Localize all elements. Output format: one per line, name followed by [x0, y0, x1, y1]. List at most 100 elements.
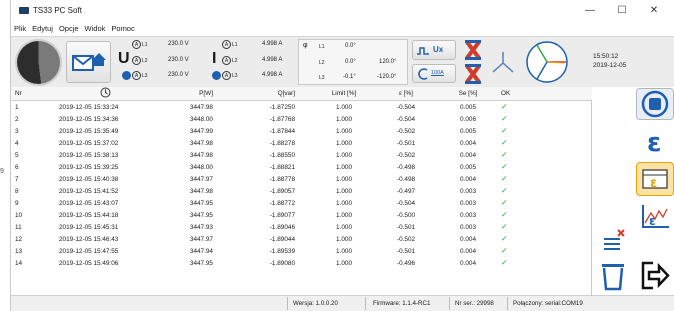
close-button[interactable]: ✕ — [641, 3, 667, 19]
delete-button[interactable] — [595, 258, 631, 293]
table-row[interactable]: 6 2019-12-05 15:39:25 3448.00 -1.88821 1.000… — [11, 161, 592, 173]
maximize-button[interactable]: ☐ — [609, 3, 635, 19]
phase-group: φ L1 0.0° L2 0.0° 120.0° L3 -0.1° -120.0… — [298, 39, 408, 85]
menu-item-edytuj[interactable]: Edytuj — [32, 24, 53, 36]
epsilon-chart-button[interactable]: ε — [636, 200, 674, 234]
col-se[interactable]: Se [%] — [435, 87, 497, 101]
menu-bar: Plik Edytuj Opcje Widok Pomoc — [11, 24, 135, 36]
current-toggle-icon[interactable] — [212, 71, 221, 80]
current-l2-label: L2 — [232, 58, 238, 64]
cell-nr: 1 — [15, 103, 19, 111]
cell-q: -1.87768 — [269, 115, 295, 123]
col-q[interactable]: Q[var] — [233, 87, 311, 101]
col-limit[interactable]: Limit [%] — [311, 87, 373, 101]
epsilon-table-button[interactable]: ε — [636, 162, 674, 196]
cell-epsilon: -0.502 — [396, 127, 416, 135]
table-row[interactable]: 2 2019-12-05 15:34:36 3448.00 -1.87768 1.000… — [11, 113, 592, 125]
col-nr[interactable]: Nr — [11, 87, 55, 101]
table-header-row: Nr P[W] Q[var] Limit [%] ε [%] Se [%] OK — [11, 87, 592, 101]
phasor-diagram-icon[interactable] — [524, 39, 570, 85]
cell-q: -1.88778 — [269, 175, 295, 183]
table-row[interactable]: 12 2019-12-05 15:46:43 3447.97 -1.89044 1.00… — [11, 233, 592, 245]
epsilon-button[interactable]: ε — [636, 124, 674, 158]
clock: 15:50:12 2019-12-05 — [593, 52, 626, 70]
cell-epsilon: -0.504 — [396, 199, 416, 207]
table-row[interactable]: 10 2019-12-05 15:44:18 3447.95 -1.89077 1.00… — [11, 209, 592, 221]
epsilon-table-icon: ε — [642, 169, 668, 191]
svg-text:ε: ε — [649, 214, 656, 228]
cell-p: 3447.99 — [189, 127, 213, 135]
cell-limit: 1.000 — [336, 223, 352, 231]
phase-reverse-red-icon-bottom[interactable] — [463, 64, 483, 84]
cell-p: 3447.98 — [189, 139, 213, 147]
epsilon-chart-icon: ε — [642, 205, 669, 228]
clear-list-button[interactable] — [595, 226, 631, 256]
minimize-button[interactable]: — — [577, 3, 603, 19]
cell-p: 3447.95 — [189, 199, 213, 207]
clamp-100a-button[interactable]: 100A — [412, 64, 456, 83]
cell-q: -1.88821 — [269, 163, 295, 171]
status-separator — [449, 297, 450, 310]
star-connection-icon[interactable] — [489, 48, 517, 76]
cell-limit: 1.000 — [336, 139, 352, 147]
menu-item-opcje[interactable]: Opcje — [59, 24, 79, 36]
col-p[interactable]: P[W] — [151, 87, 233, 101]
cell-limit: 1.000 — [336, 163, 352, 171]
col-ok[interactable]: OK — [497, 87, 592, 101]
cell-ok: ✓ — [501, 162, 508, 171]
cell-nr: 3 — [15, 127, 19, 135]
cell-se: 0.005 — [460, 127, 476, 135]
table-row[interactable]: 9 2019-12-05 15:43:07 3447.95 -1.88772 1.000… — [11, 197, 592, 209]
stop-button[interactable] — [636, 88, 674, 120]
phase-l3-extra: -120.0° — [377, 74, 397, 80]
voltage-toggle-icon[interactable] — [122, 71, 131, 80]
cell-nr: 4 — [15, 139, 19, 147]
phase-reverse-red-icon-top[interactable] — [463, 40, 483, 60]
table-row[interactable]: 13 2019-12-05 15:47:55 3447.94 -1.89539 1.00… — [11, 245, 592, 257]
ux-label: Ux — [433, 45, 444, 54]
menu-item-plik[interactable]: Plik — [14, 24, 26, 36]
menu-item-widok[interactable]: Widok — [85, 24, 106, 36]
menu-item-pomoc[interactable]: Pomoc — [111, 24, 134, 36]
cell-nr: 2 — [15, 115, 19, 123]
col-epsilon[interactable]: ε [%] — [373, 87, 435, 101]
phase-l3-angle: -0.1° — [343, 74, 356, 80]
cell-time: 2019-12-05 15:46:43 — [59, 235, 119, 243]
cell-se: 0.004 — [460, 259, 476, 267]
cell-ok: ✓ — [501, 186, 508, 195]
table-row[interactable]: 4 2019-12-05 15:37:02 3447.98 -1.88278 1.000… — [11, 137, 592, 149]
home-mail-button[interactable] — [66, 41, 111, 83]
col-time[interactable] — [55, 87, 151, 101]
cell-nr: 5 — [15, 151, 19, 159]
cell-time: 2019-12-05 15:43:07 — [59, 199, 119, 207]
table-row[interactable]: 1 2019-12-05 15:33:24 3447.98 -1.87250 1.000… — [11, 101, 592, 114]
table-row[interactable]: 11 2019-12-05 15:45:31 3447.93 -1.89046 1.00… — [11, 221, 592, 233]
phase-l3-label: L3 — [319, 75, 325, 81]
ux-button[interactable]: Ux — [412, 40, 456, 60]
cell-nr: 12 — [15, 235, 23, 243]
cell-limit: 1.000 — [336, 127, 352, 135]
cell-q: -1.88278 — [269, 139, 295, 147]
cell-epsilon: -0.496 — [396, 259, 416, 267]
table-row[interactable]: 5 2019-12-05 15:38:13 3447.98 -1.88550 1.000… — [11, 149, 592, 161]
cell-q: -1.88772 — [269, 199, 295, 207]
current-l3-value: 4.998 A — [262, 72, 283, 78]
cell-nr: 10 — [15, 211, 23, 219]
trash-icon — [602, 264, 624, 291]
exit-button[interactable] — [636, 258, 674, 293]
results-table: Nr P[W] Q[var] Limit [%] ε [%] Se [%] OK — [11, 87, 592, 269]
voltage-l3-value: 230.0 V — [168, 72, 189, 78]
svg-text:ε: ε — [647, 128, 661, 157]
cell-limit: 1.000 — [336, 235, 352, 243]
progress-pie-icon[interactable] — [17, 41, 60, 84]
table-row[interactable]: 3 2019-12-05 15:35:49 3447.99 -1.87844 1.000… — [11, 125, 592, 137]
cell-limit: 1.000 — [336, 259, 352, 267]
cell-se: 0.004 — [460, 151, 476, 159]
cell-q: -1.89046 — [269, 223, 295, 231]
table-row[interactable]: 7 2019-12-05 15:40:38 3447.97 -1.88778 1.000… — [11, 173, 592, 185]
cell-time: 2019-12-05 15:45:31 — [59, 223, 119, 231]
cell-time: 2019-12-05 15:49:06 — [59, 259, 119, 267]
table-row[interactable]: 14 2019-12-05 15:49:06 3447.95 -1.89080 1.00… — [11, 257, 592, 269]
table-row[interactable]: 8 2019-12-05 15:41:52 3447.98 -1.89057 1.000… — [11, 185, 592, 197]
cell-nr: 13 — [15, 247, 23, 255]
